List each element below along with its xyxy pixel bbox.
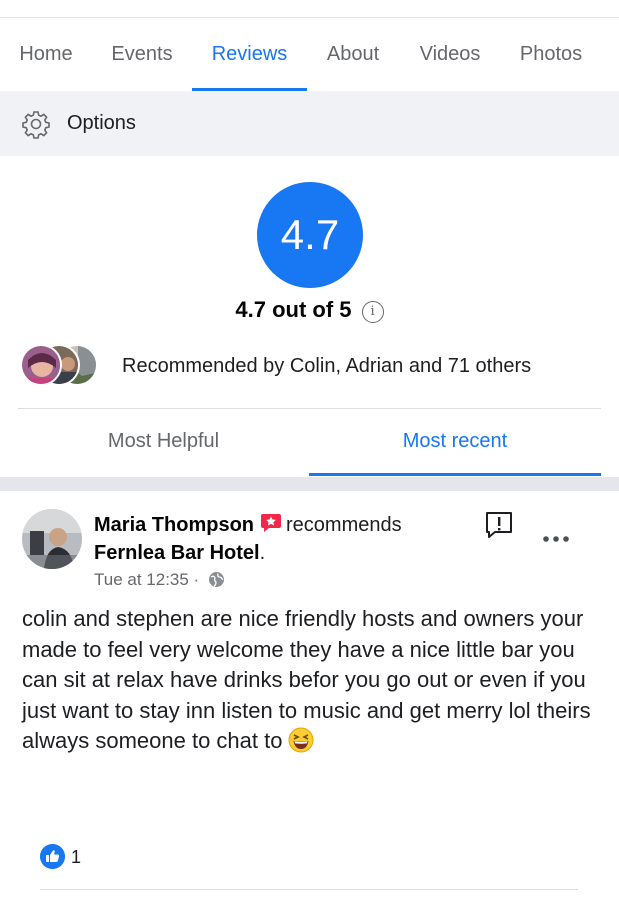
- rating-summary: 4.7 out of 5 i: [0, 295, 619, 325]
- recommender-avatar: [20, 344, 62, 386]
- tab-videos[interactable]: Videos: [399, 18, 501, 90]
- recommended-by-row[interactable]: Recommended by Colin, Adrian and 71 othe…: [20, 344, 600, 388]
- meta-separator: ·: [188, 570, 204, 589]
- section-separator: [0, 477, 619, 491]
- rating-summary-text: 4.7 out of 5: [235, 297, 352, 322]
- review-meta: Tue at 12:35 ·: [94, 569, 225, 591]
- tab-about[interactable]: About: [307, 18, 399, 90]
- tab-most-helpful[interactable]: Most Helpful: [18, 410, 309, 474]
- business-name[interactable]: Fernlea Bar Hotel: [94, 542, 260, 564]
- review-timestamp[interactable]: Tue at 12:35: [94, 570, 189, 589]
- grinning-squinting-face-emoji: [288, 727, 314, 753]
- rating-score-circle: 4.7: [257, 182, 363, 288]
- recommends-text: recommends: [286, 514, 402, 536]
- recommended-by-text[interactable]: Recommended by Colin, Adrian and 71 othe…: [122, 344, 531, 388]
- gear-icon: [22, 110, 50, 139]
- options-button[interactable]: Options: [0, 91, 619, 156]
- business-name-suffix: .: [259, 542, 266, 564]
- tab-most-recent[interactable]: Most recent: [309, 410, 601, 476]
- options-label: Options: [67, 112, 136, 134]
- review-body: colin and stephen are nice friendly host…: [22, 604, 602, 757]
- globe-icon: [208, 572, 224, 587]
- divider: [18, 408, 601, 409]
- like-count: 1: [71, 847, 82, 867]
- info-icon[interactable]: i: [361, 301, 384, 323]
- more-options-icon[interactable]: [540, 528, 572, 548]
- review-header: Maria Thompson recommends Fernlea Bar Ho…: [94, 511, 484, 567]
- reviewer-name[interactable]: Maria Thompson: [94, 514, 254, 536]
- divider: [40, 889, 578, 890]
- recommend-badge-icon: [261, 514, 282, 532]
- reviewer-avatar[interactable]: [22, 509, 82, 569]
- tab-events[interactable]: Events: [92, 18, 192, 90]
- tab-reviews[interactable]: Reviews: [192, 18, 307, 91]
- tab-photos[interactable]: Photos: [501, 18, 601, 90]
- tab-home[interactable]: Home: [0, 18, 92, 90]
- page-tab-bar: Home Events Reviews About Videos Photos: [0, 18, 619, 91]
- like-icon: [40, 844, 65, 869]
- report-icon[interactable]: [484, 510, 514, 540]
